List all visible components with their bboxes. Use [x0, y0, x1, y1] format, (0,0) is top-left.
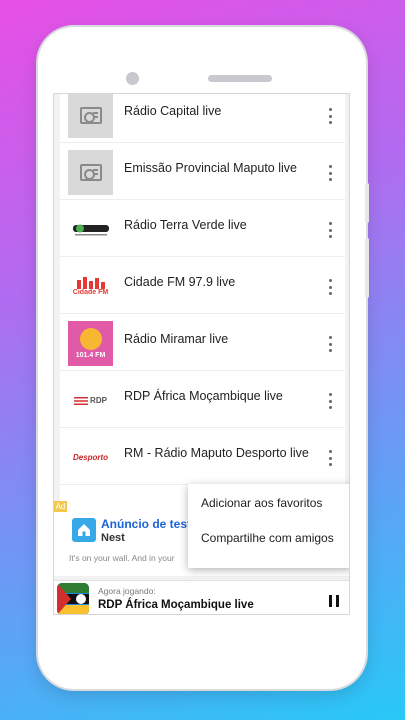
station-artwork: [57, 583, 89, 614]
miramar-logo: 101.4 FM: [68, 321, 113, 366]
ad-badge: Ad: [54, 501, 67, 512]
now-playing-title: RDP África Moçambique live: [98, 599, 254, 611]
station-title: Rádio Miramar live: [124, 332, 229, 346]
station-title: RDP África Moçambique live: [124, 389, 283, 403]
more-options-icon[interactable]: [329, 165, 333, 181]
volume-button: [365, 238, 369, 298]
station-title: Rádio Capital live: [124, 104, 222, 118]
radio-placeholder-icon: [68, 150, 113, 195]
pause-icon[interactable]: [329, 595, 339, 607]
station-title: Emissão Provincial Maputo live: [124, 161, 297, 175]
terra-verde-logo: [68, 207, 113, 252]
ad-title[interactable]: Anúncio de teste: [101, 517, 198, 531]
list-item[interactable]: Desporto RM - Rádio Maputo Desporto live: [60, 428, 345, 485]
ad-advertiser: Nest: [101, 532, 125, 544]
more-options-icon[interactable]: [329, 450, 333, 466]
now-playing-caption: Agora jogando:: [98, 586, 156, 596]
list-item[interactable]: 101.4 FM Rádio Miramar live: [60, 314, 345, 371]
menu-item-share-friends[interactable]: Compartilhe com amigos: [201, 531, 334, 545]
station-title: Cidade FM 97.9 live: [124, 275, 236, 289]
more-options-icon[interactable]: [329, 279, 333, 295]
more-options-icon[interactable]: [329, 393, 333, 409]
cidade-fm-logo: Cidade FM: [68, 264, 113, 309]
context-menu: Adicionar aos favoritos Compartilhe com …: [188, 484, 349, 568]
station-title: Rádio Terra Verde live: [124, 218, 247, 232]
menu-item-add-favorites[interactable]: Adicionar aos favoritos: [201, 496, 322, 510]
station-title: RM - Rádio Maputo Desporto live: [124, 446, 309, 460]
list-item[interactable]: Cidade FM Cidade FM 97.9 live: [60, 257, 345, 314]
desporto-logo: Desporto: [68, 435, 113, 480]
more-options-icon[interactable]: [329, 108, 333, 124]
radio-placeholder-icon: [68, 94, 113, 138]
list-item[interactable]: RDP RDP África Moçambique live: [60, 371, 345, 428]
camera-icon: [126, 72, 139, 85]
station-list[interactable]: Rádio Capital live Emissão Provincial Ma…: [60, 94, 345, 501]
more-options-icon[interactable]: [329, 336, 333, 352]
power-button: [365, 183, 369, 223]
now-playing-bar[interactable]: Agora jogando: RDP África Moçambique liv…: [54, 580, 349, 614]
home-icon: [72, 518, 96, 542]
list-item[interactable]: Rádio Terra Verde live: [60, 200, 345, 257]
list-item[interactable]: Emissão Provincial Maputo live: [60, 143, 345, 200]
app-screen: Rádio Capital live Emissão Provincial Ma…: [53, 93, 350, 615]
rdp-logo: RDP: [68, 378, 113, 423]
speaker-grille: [208, 75, 272, 82]
list-item[interactable]: Rádio Capital live: [60, 94, 345, 143]
more-options-icon[interactable]: [329, 222, 333, 238]
ad-description: It's on your wall. And in your: [69, 553, 175, 563]
